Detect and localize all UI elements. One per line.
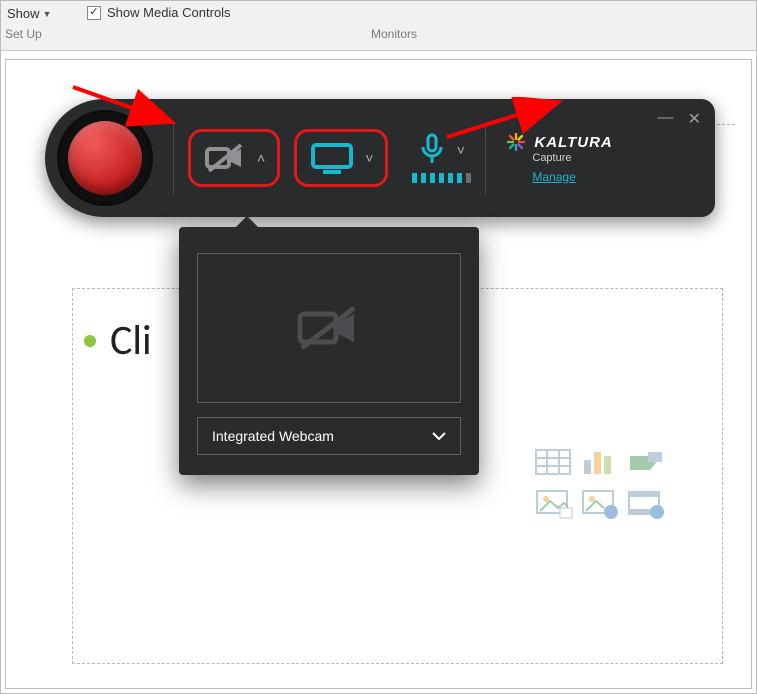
checkbox-checked-icon: ✓	[87, 6, 101, 20]
content-placeholder-icons[interactable]	[534, 446, 666, 520]
camera-device-dropdown[interactable]: Integrated Webcam	[197, 417, 461, 455]
screen-source-toggle[interactable]: ˅	[294, 129, 388, 187]
record-icon	[68, 121, 142, 195]
screen-icon	[309, 140, 355, 176]
ribbon-group-monitors: Monitors	[371, 27, 417, 41]
insert-picture-icon[interactable]	[534, 486, 574, 520]
chevron-down-icon[interactable]: ˅	[365, 150, 373, 166]
show-label: Show	[7, 6, 40, 21]
divider	[485, 122, 486, 194]
chevron-down-icon[interactable]: ˅	[457, 142, 465, 158]
camera-off-icon	[203, 141, 247, 175]
chevron-up-icon[interactable]: ˄	[257, 150, 265, 166]
close-button[interactable]: ✕	[688, 109, 701, 129]
brand-subtitle: Capture	[532, 152, 571, 164]
caret-down-icon: ▼	[43, 9, 52, 19]
bullet-text: Cli	[110, 315, 152, 366]
camera-off-icon	[294, 302, 364, 354]
camera-preview	[197, 253, 461, 403]
bullet-line: Cli	[84, 315, 152, 366]
window-controls: — ✕	[658, 109, 701, 129]
camera-source-popover: Integrated Webcam	[179, 227, 479, 475]
insert-table-icon[interactable]	[534, 446, 574, 480]
audio-source[interactable]: ˅	[412, 133, 471, 183]
insert-smartart-icon[interactable]	[626, 446, 666, 480]
show-dropdown[interactable]: Show ▼	[5, 5, 53, 22]
kaltura-logo-icon	[506, 132, 526, 152]
manage-link[interactable]: Manage	[532, 170, 575, 184]
show-media-controls-label: Show Media Controls	[107, 5, 231, 20]
ribbon-group-setup: Set Up	[5, 27, 42, 41]
insert-video-icon[interactable]	[626, 486, 666, 520]
ribbon: Show ▼ Set Up ✓ Show Media Controls Moni…	[1, 1, 756, 51]
insert-online-picture-icon[interactable]	[580, 486, 620, 520]
kaltura-capture-toolbar[interactable]: ˄ ˅ ˅	[45, 99, 715, 217]
bullet-icon	[84, 335, 96, 347]
microphone-icon	[419, 133, 445, 167]
record-button[interactable]	[57, 110, 153, 206]
chevron-down-icon	[432, 431, 446, 441]
divider	[173, 122, 174, 194]
insert-chart-icon[interactable]	[580, 446, 620, 480]
kaltura-brand: KALTURA Capture Manage	[506, 132, 634, 184]
camera-device-selected: Integrated Webcam	[212, 428, 334, 444]
brand-name: KALTURA	[534, 134, 612, 151]
camera-source-toggle[interactable]: ˄	[188, 129, 280, 187]
show-media-controls-checkbox[interactable]: ✓ Show Media Controls	[87, 5, 231, 20]
audio-level-meter	[412, 173, 471, 183]
minimize-button[interactable]: —	[658, 109, 674, 129]
